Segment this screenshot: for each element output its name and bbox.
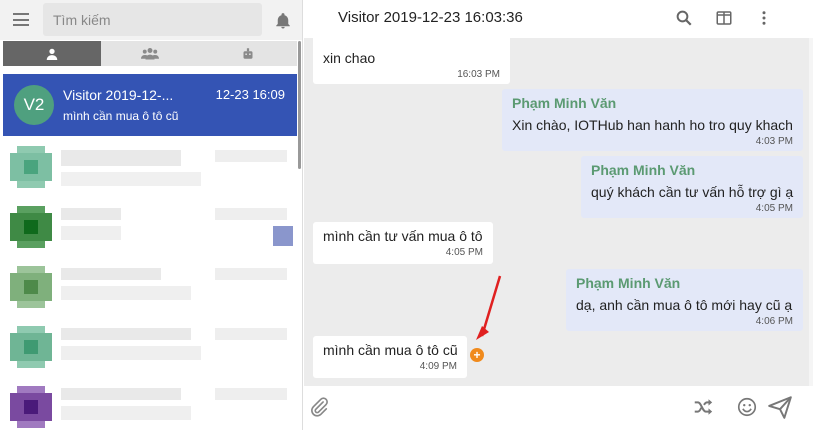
message-outgoing: Phạm Minh Văn quý khách cần tư vấn hỗ tr… xyxy=(581,156,803,218)
message-text: dạ, anh cần mua ô tô mới hay cũ ạ xyxy=(576,297,793,313)
sidebar-scrollbar[interactable] xyxy=(298,41,301,169)
conversation-sidebar: V2 Visitor 2019-12-... 12-23 16:09 mình … xyxy=(0,0,303,430)
message-outgoing: Phạm Minh Văn dạ, anh cần mua ô tô mới h… xyxy=(566,269,803,331)
conversation-preview: mình cần mua ô tô cũ xyxy=(63,109,179,123)
blurred-conversation-item[interactable] xyxy=(3,200,297,258)
blurred-avatar xyxy=(10,326,52,368)
search-input[interactable] xyxy=(43,3,262,36)
blurred-avatar xyxy=(10,206,52,248)
send-icon[interactable] xyxy=(767,394,793,420)
more-vertical-icon[interactable] xyxy=(755,9,773,27)
single-user-icon xyxy=(46,48,58,60)
blurred-conversation-item[interactable] xyxy=(3,260,297,318)
avatar: V2 xyxy=(14,85,54,125)
sidebar-tabs xyxy=(3,41,297,66)
bell-icon[interactable] xyxy=(274,12,292,30)
message-outgoing: Phạm Minh Văn Xin chào, IOTHub han hanh … xyxy=(502,89,803,151)
blurred-conversation-item[interactable] xyxy=(3,140,297,198)
conversation-name: Visitor 2019-12-... xyxy=(63,87,174,103)
message-time: 4:09 PM xyxy=(419,361,457,372)
emoji-icon[interactable] xyxy=(736,396,758,418)
blurred-avatar xyxy=(10,386,52,428)
message-incoming: mình cần mua ô tô cũ 4:09 PM xyxy=(313,336,467,378)
blurred-conversation-item[interactable] xyxy=(3,380,297,430)
chat-header: Visitor 2019-12-23 16:03:36 xyxy=(304,0,813,38)
conversation-list: V2 Visitor 2019-12-... 12-23 16:09 mình … xyxy=(3,72,297,430)
message-text: mình cần tư vấn mua ô tô xyxy=(323,228,483,244)
message-incoming: mình cần tư vấn mua ô tô 4:05 PM xyxy=(313,222,493,264)
add-reaction-icon[interactable]: + xyxy=(470,348,484,362)
message-incoming: xin chao 16:03 PM xyxy=(313,38,510,84)
message-text: Xin chào, IOTHub han hanh ho tro quy kha… xyxy=(512,117,793,133)
message-time: 4:05 PM xyxy=(445,247,483,258)
search-icon[interactable] xyxy=(675,9,693,27)
blurred-avatar xyxy=(10,146,52,188)
blurred-avatar xyxy=(10,266,52,308)
shuffle-icon[interactable] xyxy=(692,396,714,418)
split-panel-icon[interactable] xyxy=(715,9,733,27)
message-text: xin chao xyxy=(323,50,376,66)
group-users-icon xyxy=(141,48,159,60)
message-time: 4:06 PM xyxy=(755,316,793,327)
conversation-time: 12-23 16:09 xyxy=(215,87,285,102)
paperclip-icon[interactable] xyxy=(308,396,330,418)
message-scrollbar-track[interactable] xyxy=(809,38,813,386)
message-sender: Phạm Minh Văn xyxy=(591,162,696,178)
message-sender: Phạm Minh Văn xyxy=(576,275,681,291)
message-time: 4:05 PM xyxy=(755,203,793,214)
message-time: 4:03 PM xyxy=(755,136,793,147)
message-text: mình cần mua ô tô cũ xyxy=(323,342,458,358)
message-time: 16:03 PM xyxy=(457,69,500,80)
conversation-item[interactable]: V2 Visitor 2019-12-... 12-23 16:09 mình … xyxy=(3,74,297,136)
message-composer xyxy=(304,386,813,430)
menu-icon[interactable] xyxy=(13,13,29,26)
message-sender: Phạm Minh Văn xyxy=(512,95,617,111)
blurred-conversation-item[interactable] xyxy=(3,320,297,378)
chat-title: Visitor 2019-12-23 16:03:36 xyxy=(338,9,523,26)
bot-icon xyxy=(243,48,253,59)
tab-single-chat[interactable] xyxy=(3,41,101,66)
tab-group-chat[interactable] xyxy=(101,41,199,66)
tab-bot-chat[interactable] xyxy=(199,41,297,66)
sidebar-topbar xyxy=(0,0,302,40)
message-text: quý khách cần tư vấn hỗ trợ gì ạ xyxy=(591,184,794,200)
message-area: xin chao 16:03 PM Phạm Minh Văn Xin chào… xyxy=(304,38,813,386)
